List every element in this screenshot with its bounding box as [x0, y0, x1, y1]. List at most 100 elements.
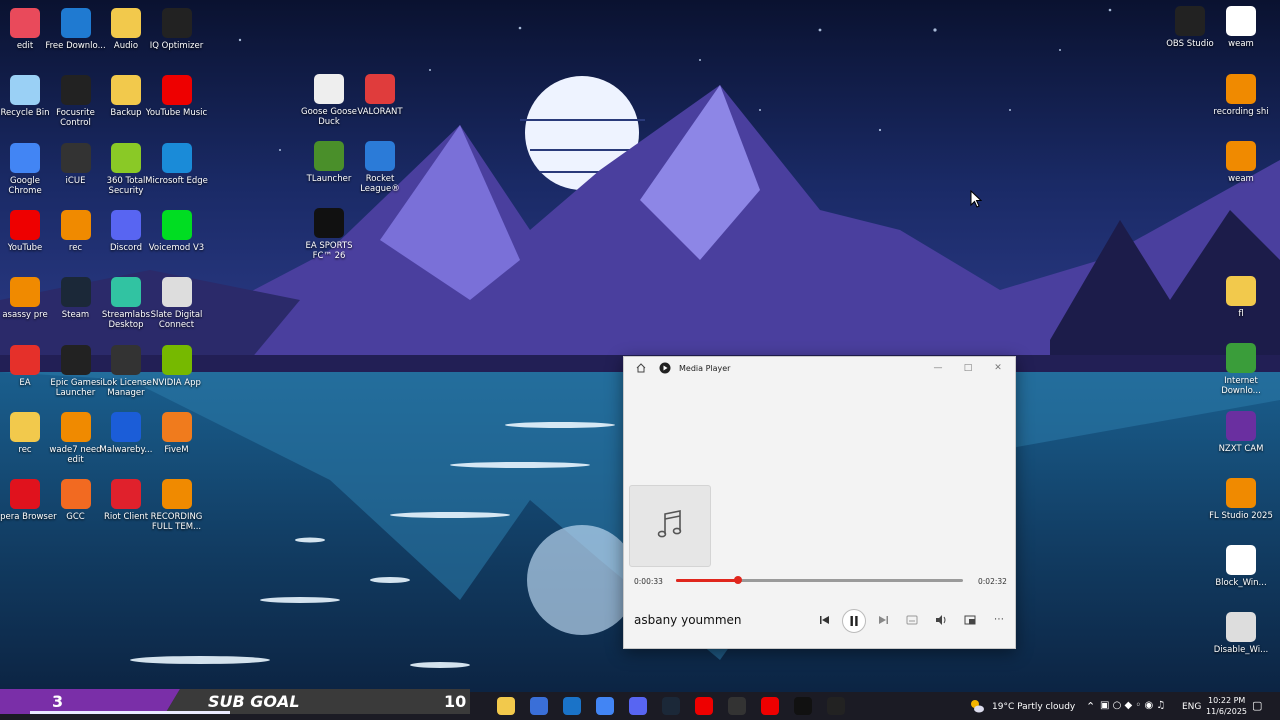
fl-studio-icon [60, 411, 91, 442]
clock-date[interactable]: 11/6/2025 [1206, 707, 1247, 716]
desktop-icon[interactable]: weam [1209, 6, 1273, 49]
desktop-icon[interactable]: Voicemod V3 [145, 209, 209, 253]
desktop-icon[interactable]: EA SPORTS FC™ 26 [297, 208, 361, 261]
desktop-icon-label: weam [1228, 39, 1254, 49]
desktop-icon-label: Block_Win... [1215, 578, 1267, 588]
folder-icon [111, 75, 141, 106]
desktop-icon[interactable]: VALORANT [348, 74, 412, 117]
recycle-bin-icon [10, 75, 40, 106]
fl-studio-icon [10, 277, 40, 308]
steam-icon [60, 277, 91, 308]
youtube-music-icon [161, 75, 192, 106]
desktop-icon[interactable]: Disable_Wi... [1209, 612, 1273, 655]
desktop-icon-label: FL Studio 2025 [1209, 511, 1273, 521]
seek-bar[interactable] [676, 576, 963, 584]
desktop-icon-label: Voicemod V3 [148, 242, 205, 253]
folder-icon [111, 8, 141, 38]
home-icon[interactable] [636, 363, 646, 373]
obs-icon[interactable] [728, 697, 746, 715]
chrome-icon [10, 142, 40, 173]
fl-studio-icon [1226, 478, 1256, 508]
media-file-icon [1226, 6, 1256, 36]
outlook-icon[interactable] [563, 697, 581, 715]
chrome-icon[interactable] [596, 697, 614, 715]
desktop-icon[interactable]: Slate Digital Connect [145, 277, 209, 330]
sub-count: 3 [52, 692, 64, 711]
desktop-icon[interactable]: Internet Downlo... [1209, 343, 1273, 396]
fivem-icon [161, 411, 192, 442]
gcc-icon [60, 479, 91, 510]
image-edit-icon [10, 8, 40, 38]
malwarebytes-icon [111, 411, 141, 442]
desktop-icon[interactable]: YouTube Music [145, 75, 209, 118]
desktop-icon-label: weam [1228, 174, 1254, 184]
sub-goal-target: 10 [444, 692, 467, 711]
close-button[interactable]: ✕ [991, 362, 1005, 374]
desktop-icon[interactable]: RECORDING FULL TEM... [145, 479, 209, 532]
nvidia-icon [161, 344, 192, 375]
maximize-button[interactable]: □ [961, 362, 975, 374]
obs-icon [1175, 6, 1205, 36]
desktop-icon[interactable]: FiveM [145, 411, 209, 455]
epic-games-icon [60, 344, 91, 375]
media-player-icon[interactable] [827, 697, 845, 715]
desktop-icon[interactable]: weam [1209, 141, 1273, 184]
desktop-icon[interactable]: NZXT CAM [1209, 411, 1273, 454]
iq-optimizer-icon [161, 8, 192, 38]
desktop-icon[interactable]: Rocket League® [348, 141, 412, 194]
desktop-icon-label: EA SPORTS FC™ 26 [305, 241, 353, 261]
desktop-icon[interactable]: Block_Win... [1209, 545, 1273, 588]
zip-folder-icon [1226, 276, 1256, 306]
opera-icon [10, 479, 40, 510]
desktop-icon[interactable]: NVIDIA App [145, 344, 209, 388]
fl-studio-icon [1226, 141, 1256, 171]
seek-bar-thumb[interactable] [734, 576, 743, 584]
pause-button[interactable] [842, 609, 866, 633]
desktop-icon[interactable]: recording shi [1209, 74, 1273, 117]
media-player-window[interactable]: Media Player — □ ✕ 0:00:33 0:02:32 asban… [623, 356, 1016, 649]
ea-fc-icon[interactable] [794, 697, 812, 715]
youtube-icon[interactable] [695, 697, 713, 715]
desktop-icon[interactable]: fl [1209, 276, 1273, 319]
more-options-icon[interactable]: ⋯ [990, 611, 1008, 629]
clock-time[interactable]: 10:22 PM [1208, 696, 1245, 705]
desktop-icon-label: IQ Optimizer [149, 41, 204, 51]
media-player-titlebar[interactable]: Media Player [624, 357, 1015, 379]
desktop-icon[interactable]: Microsoft Edge [145, 142, 209, 186]
weather-text[interactable]: 19°C Partly cloudy [992, 702, 1075, 712]
minimize-button[interactable]: — [931, 362, 945, 374]
rocket-league-icon [365, 141, 395, 171]
desktop-icon[interactable]: FL Studio 2025 [1209, 478, 1273, 521]
steam-icon[interactable] [662, 697, 680, 715]
media-player-logo-icon [659, 362, 671, 374]
language-indicator[interactable]: ENG [1182, 702, 1201, 712]
volume-icon[interactable] [932, 611, 950, 629]
notification-icon[interactable]: ▢ [1252, 699, 1262, 712]
miniplayer-icon[interactable] [961, 611, 979, 629]
slate-digital-icon [161, 277, 192, 308]
music-note-icon [657, 510, 682, 538]
desktop-icon-label: YouTube Music [145, 108, 208, 119]
chevron-up-icon[interactable]: ⌃ [1086, 700, 1095, 713]
focusrite-icon [60, 75, 91, 106]
youtube-music-icon[interactable] [761, 697, 779, 715]
discord-icon[interactable] [629, 697, 647, 715]
internet-download-icon [1226, 343, 1256, 373]
weather-icon [971, 700, 984, 713]
desktop-icon-label: recording shi [1213, 107, 1269, 117]
album-art [629, 485, 711, 567]
nzxt-icon [1226, 411, 1256, 441]
previous-icon[interactable] [816, 611, 834, 629]
captions-icon[interactable] [903, 611, 921, 629]
desktop-icon-label: Slate Digital Connect [150, 310, 203, 331]
calculator-icon[interactable] [530, 697, 548, 715]
file-explorer-icon[interactable] [497, 697, 515, 715]
next-icon[interactable] [874, 611, 892, 629]
fl-studio-icon [1226, 74, 1256, 104]
pause-icon [850, 616, 858, 626]
tray-icons[interactable]: ▣ ○ ◆ ◦ ◉ ♫ [1100, 700, 1165, 711]
discord-icon [111, 209, 141, 240]
icue-icon [60, 142, 91, 173]
desktop-icon[interactable]: IQ Optimizer [145, 8, 209, 51]
voicemod-icon [161, 209, 192, 240]
